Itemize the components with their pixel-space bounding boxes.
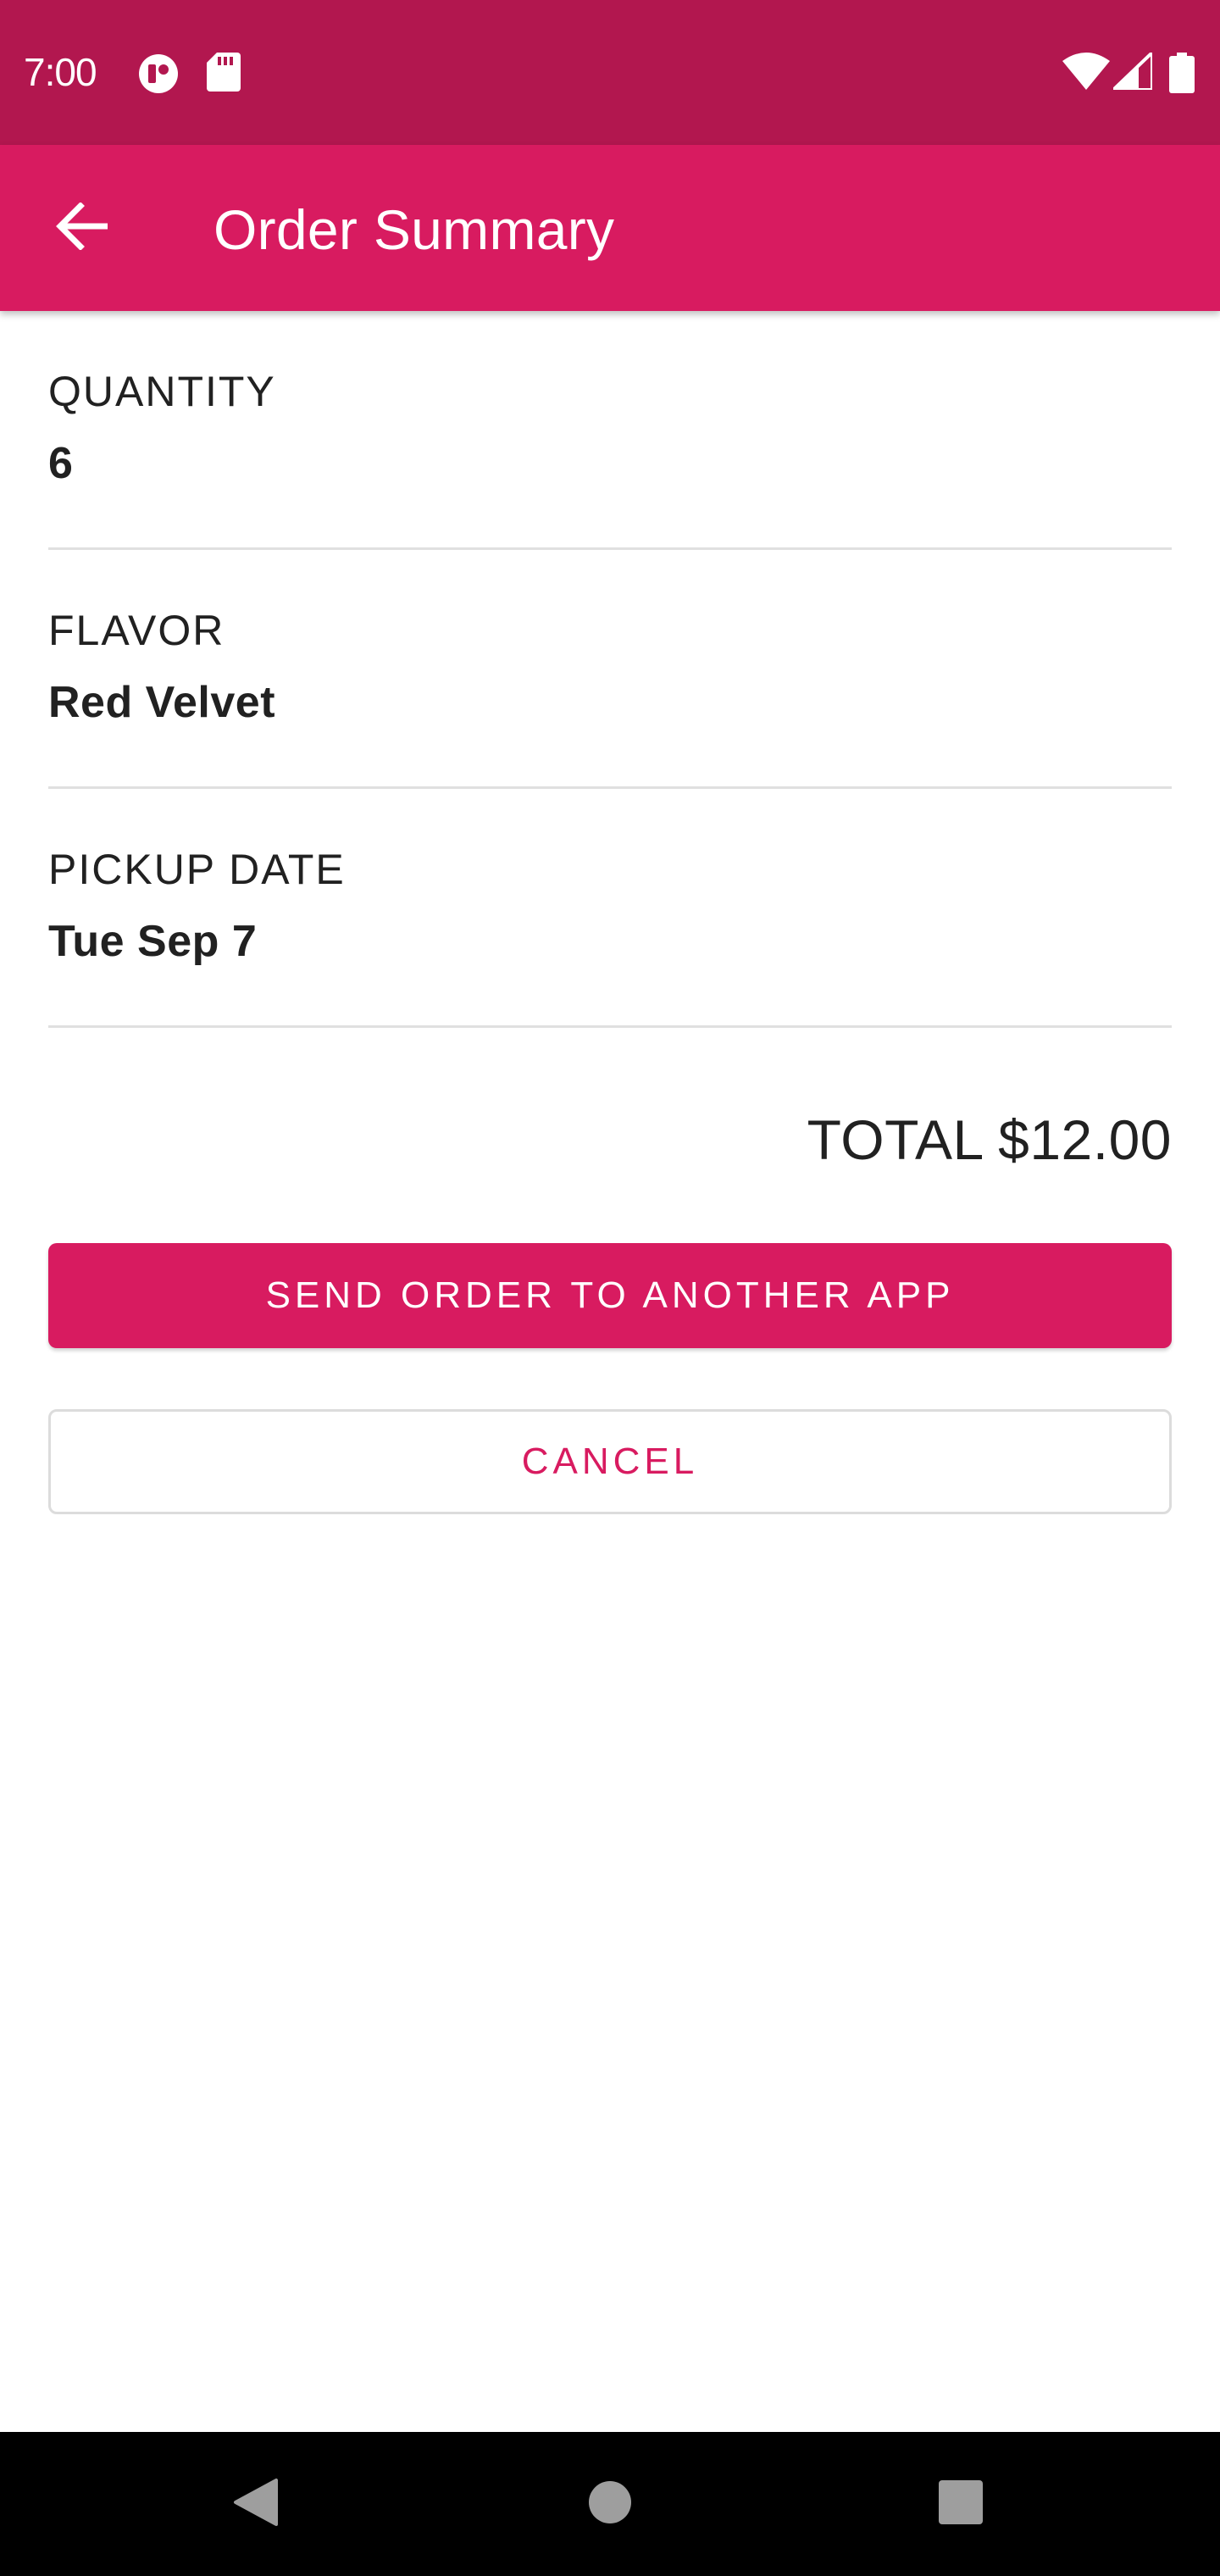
app-bar: Order Summary [0,145,1220,311]
back-triangle-icon [230,2477,278,2532]
nav-back-button[interactable] [212,2462,297,2546]
wifi-icon [1062,53,1110,94]
battery-icon [1169,53,1195,97]
pickup-date-value: Tue Sep 7 [48,917,258,966]
flavor-section: FLAVOR Red Velvet [48,550,1172,789]
page-title: Order Summary [214,198,615,261]
status-bar: 7:00 [0,0,1220,145]
divider [48,1025,1172,1028]
recents-square-icon [938,2479,984,2529]
order-summary-content: QUANTITY 6 FLAVOR Red Velvet PICKUP DATE… [48,311,1172,1514]
order-total: TOTAL $12.00 [807,1108,1172,1171]
flavor-label: FLAVOR [48,607,225,654]
sd-card-icon [207,53,241,96]
arrow-back-icon [55,201,109,254]
flavor-value: Red Velvet [48,678,276,727]
status-time: 7:00 [24,50,97,94]
pickup-date-section: PICKUP DATE Tue Sep 7 [48,789,1172,1028]
data-saver-icon [137,53,180,99]
home-circle-icon [587,2479,633,2529]
cancel-button[interactable]: CANCEL [48,1409,1172,1514]
nav-recents-button[interactable] [918,2462,1003,2546]
quantity-value: 6 [48,439,74,488]
quantity-label: QUANTITY [48,368,276,415]
send-order-button[interactable]: SEND ORDER TO ANOTHER APP [48,1243,1172,1348]
pickup-date-label: PICKUP DATE [48,846,346,893]
signal-icon [1109,48,1154,94]
quantity-section: QUANTITY 6 [48,311,1172,550]
nav-home-button[interactable] [568,2462,652,2546]
back-button[interactable] [34,180,129,275]
system-nav-bar [0,2432,1220,2576]
